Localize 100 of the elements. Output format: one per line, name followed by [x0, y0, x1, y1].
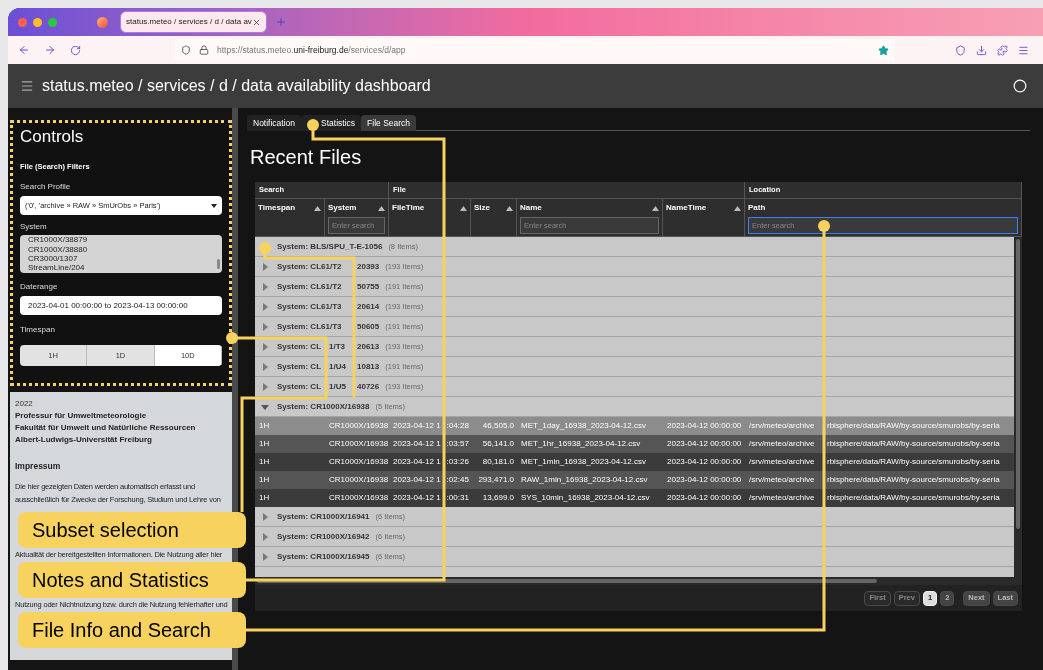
table-cell: 2023-04-12 1: [393, 456, 441, 468]
menu-icon[interactable]: [1018, 44, 1029, 56]
tab[interactable]: File Search: [361, 115, 417, 131]
browser-tab[interactable]: status.meteo / services / d / data av: [120, 11, 267, 33]
sort-icon[interactable]: [314, 205, 321, 211]
sort-icon[interactable]: [460, 205, 467, 211]
sort-icon[interactable]: [734, 205, 741, 211]
field-label: System: [20, 221, 48, 234]
table-cell: 56,141.0: [482, 438, 514, 450]
table-cell-text: CR1000X/16938: [328, 456, 389, 468]
caret-icon[interactable]: [261, 342, 269, 351]
forward-icon[interactable]: [44, 44, 56, 56]
reload-icon[interactable]: [70, 44, 81, 56]
table-cell-text: 2023-04-12 00:00:00: [666, 438, 743, 450]
browser-logo-icon: [97, 16, 108, 28]
sort-icon[interactable]: [378, 205, 385, 211]
caret-icon[interactable]: [261, 512, 269, 521]
daterange-field[interactable]: 2023-04-01 00:00:00 to 2023-04-13 00:00:00: [20, 296, 222, 316]
table-cell-text: 1H: [258, 456, 271, 468]
dropdown-caret-icon[interactable]: [211, 203, 217, 208]
file-row[interactable]: 1H CR1000X/16938 2023-04-12 1 :03:57 56,141.0 MET_1hr_16938_2023-04-12.csv 2023-04-12 00:00:00 /srv/meteo/archive rbisphere/data/RAW/by-source/smurobs/by-seria: [255, 435, 1014, 453]
back-icon[interactable]: [18, 44, 30, 56]
status-circle-icon[interactable]: [1013, 79, 1027, 93]
group-label: 1/U5: [329, 380, 347, 393]
group-label: System: CR1000X/16945: [277, 550, 370, 563]
caret-icon[interactable]: [261, 382, 269, 391]
minimize-window-icon[interactable]: [33, 17, 42, 27]
file-row[interactable]: 1H CR1000X/16938 2023-04-12 1 :02:45 293,471.0 RAW_1min_16938_2023-04-12.csv 2023-04-12 00:00:00 /srv/meteo/archive rbisphere/data/RAW/by-source/smurobs/by-seria: [255, 471, 1014, 489]
maximize-window-icon[interactable]: [48, 17, 57, 27]
caret-icon[interactable]: [261, 262, 269, 271]
callout-label: Subset selection: [18, 512, 246, 548]
callout-label: File Info and Search: [18, 612, 246, 648]
horizontal-scrollbar[interactable]: [255, 577, 1022, 585]
table-cell: 2023-04-12 1: [393, 492, 441, 504]
vertical-scrollbar[interactable]: [1014, 237, 1022, 577]
table-cell-text: /srv/meteo/archive: [749, 456, 816, 468]
callout-dot: [307, 119, 319, 131]
table-cell: 293,471.0: [478, 474, 514, 486]
column-header[interactable]: FileTime: [389, 199, 471, 236]
institution-line: Fakultät für Umwelt und Natürliche Ressourcen: [15, 422, 197, 434]
table-cell: :03:26: [446, 456, 469, 468]
column-header[interactable]: Size: [471, 199, 517, 236]
url-text: https://status.meteo.uni-freiburg.de/services/d/app: [217, 43, 406, 57]
group-label: System: CR1000X/16942: [277, 530, 370, 543]
file-row[interactable]: 1H CR1000X/16938 2023-04-12 1 :03:26 80,181.0 MET_1min_16938_2023-04-12.csv 2023-04-12 00:00:00 /srv/meteo/archive rbisphere/data/RAW/by-source/smurobs/by-seria: [255, 453, 1014, 471]
caret-icon[interactable]: [261, 532, 269, 541]
table-cell: :04:28: [446, 420, 469, 432]
shield-icon[interactable]: [181, 45, 191, 55]
table-cell-text: MET_1min_16938_2023-04-12.csv: [520, 456, 647, 468]
caret-icon[interactable]: [261, 302, 269, 311]
group-label: System: CL61/T3: [277, 300, 343, 313]
group-label: System: CL: [277, 380, 322, 393]
system-option[interactable]: CR1000X/38879: [28, 235, 217, 245]
caret-icon[interactable]: [261, 282, 269, 291]
table-cell: 46,505.0: [482, 420, 514, 432]
column-header[interactable]: Timespan: [255, 199, 325, 236]
institution-line: Professur für Umweltmeteorologie: [15, 410, 148, 422]
system-listbox[interactable]: CR1000X/38879 CR1000X/38880 CR3000/1307 StreamLine/204: [20, 235, 222, 274]
system-option[interactable]: CR3000/1307: [28, 253, 217, 264]
download-icon[interactable]: [976, 44, 987, 56]
scrollbar-icon[interactable]: [217, 259, 220, 270]
callout-dot: [259, 242, 271, 254]
table-cell-text: CR1000X/16938: [328, 438, 389, 450]
group-label: System: CL61/T3: [277, 320, 343, 333]
column-label: Timespan: [258, 202, 296, 214]
bookmark-star-icon[interactable]: [878, 44, 889, 56]
caret-icon[interactable]: [261, 362, 269, 371]
sort-icon[interactable]: [652, 205, 659, 211]
menu-icon[interactable]: [20, 79, 34, 93]
extensions-icon[interactable]: [997, 44, 1008, 56]
close-window-icon[interactable]: [18, 17, 27, 27]
system-option[interactable]: CR1000X/38880: [28, 244, 217, 254]
close-icon[interactable]: [252, 17, 261, 27]
column-label: Size: [474, 202, 490, 214]
lock-icon[interactable]: [199, 45, 209, 55]
table-cell: rbisphere/data/RAW/by-source/smurobs/by-seria: [827, 456, 1000, 468]
tab[interactable]: Notification: [247, 115, 302, 131]
system-option[interactable]: StreamLine/204: [28, 263, 217, 273]
table-cell: rbisphere/data/RAW/by-source/smurobs/by-seria: [827, 474, 1000, 486]
table-cell: 2023-04-12 1: [393, 474, 441, 486]
file-row[interactable]: 1H CR1000X/16938 2023-04-12 1 :00:31 13,699.0 SYS_10min_16938_2023-04-12.csv 2023-04-12 00:00:00 /srv/meteo/archive rbisphere/data/RAW/by-source/smurobs/by-seria: [255, 489, 1014, 507]
column-header[interactable]: NameTime: [663, 199, 745, 236]
column-label: System: [328, 202, 357, 214]
table-cell: 2023-04-12 1: [393, 438, 441, 450]
table-cell-text: 2023-04-12 00:00:00: [666, 456, 743, 468]
table-cell: 13,699.0: [482, 492, 514, 504]
caret-icon[interactable]: [261, 322, 269, 331]
sort-icon[interactable]: [506, 205, 513, 211]
caret-icon[interactable]: [261, 552, 269, 561]
group-label: System: BLS/SPU_T-E-1056: [277, 240, 383, 253]
group-label: 50755: [357, 280, 380, 293]
tab-title: status.meteo / services / d / data av: [126, 16, 252, 28]
caret-icon[interactable]: [261, 402, 269, 411]
callout-dot: [818, 220, 830, 232]
address-bar[interactable]: https://status.meteo.uni-freiburg.de/services/d/app: [175, 39, 895, 61]
group-label: System: CL61/T2: [277, 280, 343, 293]
table-cell-text: /srv/meteo/archive: [749, 492, 816, 504]
column-label: FileTime: [392, 202, 425, 214]
table-cell-text: CR1000X/16938: [328, 492, 389, 504]
table-cell: rbisphere/data/RAW/by-source/smurobs/by-seria: [827, 420, 1000, 432]
